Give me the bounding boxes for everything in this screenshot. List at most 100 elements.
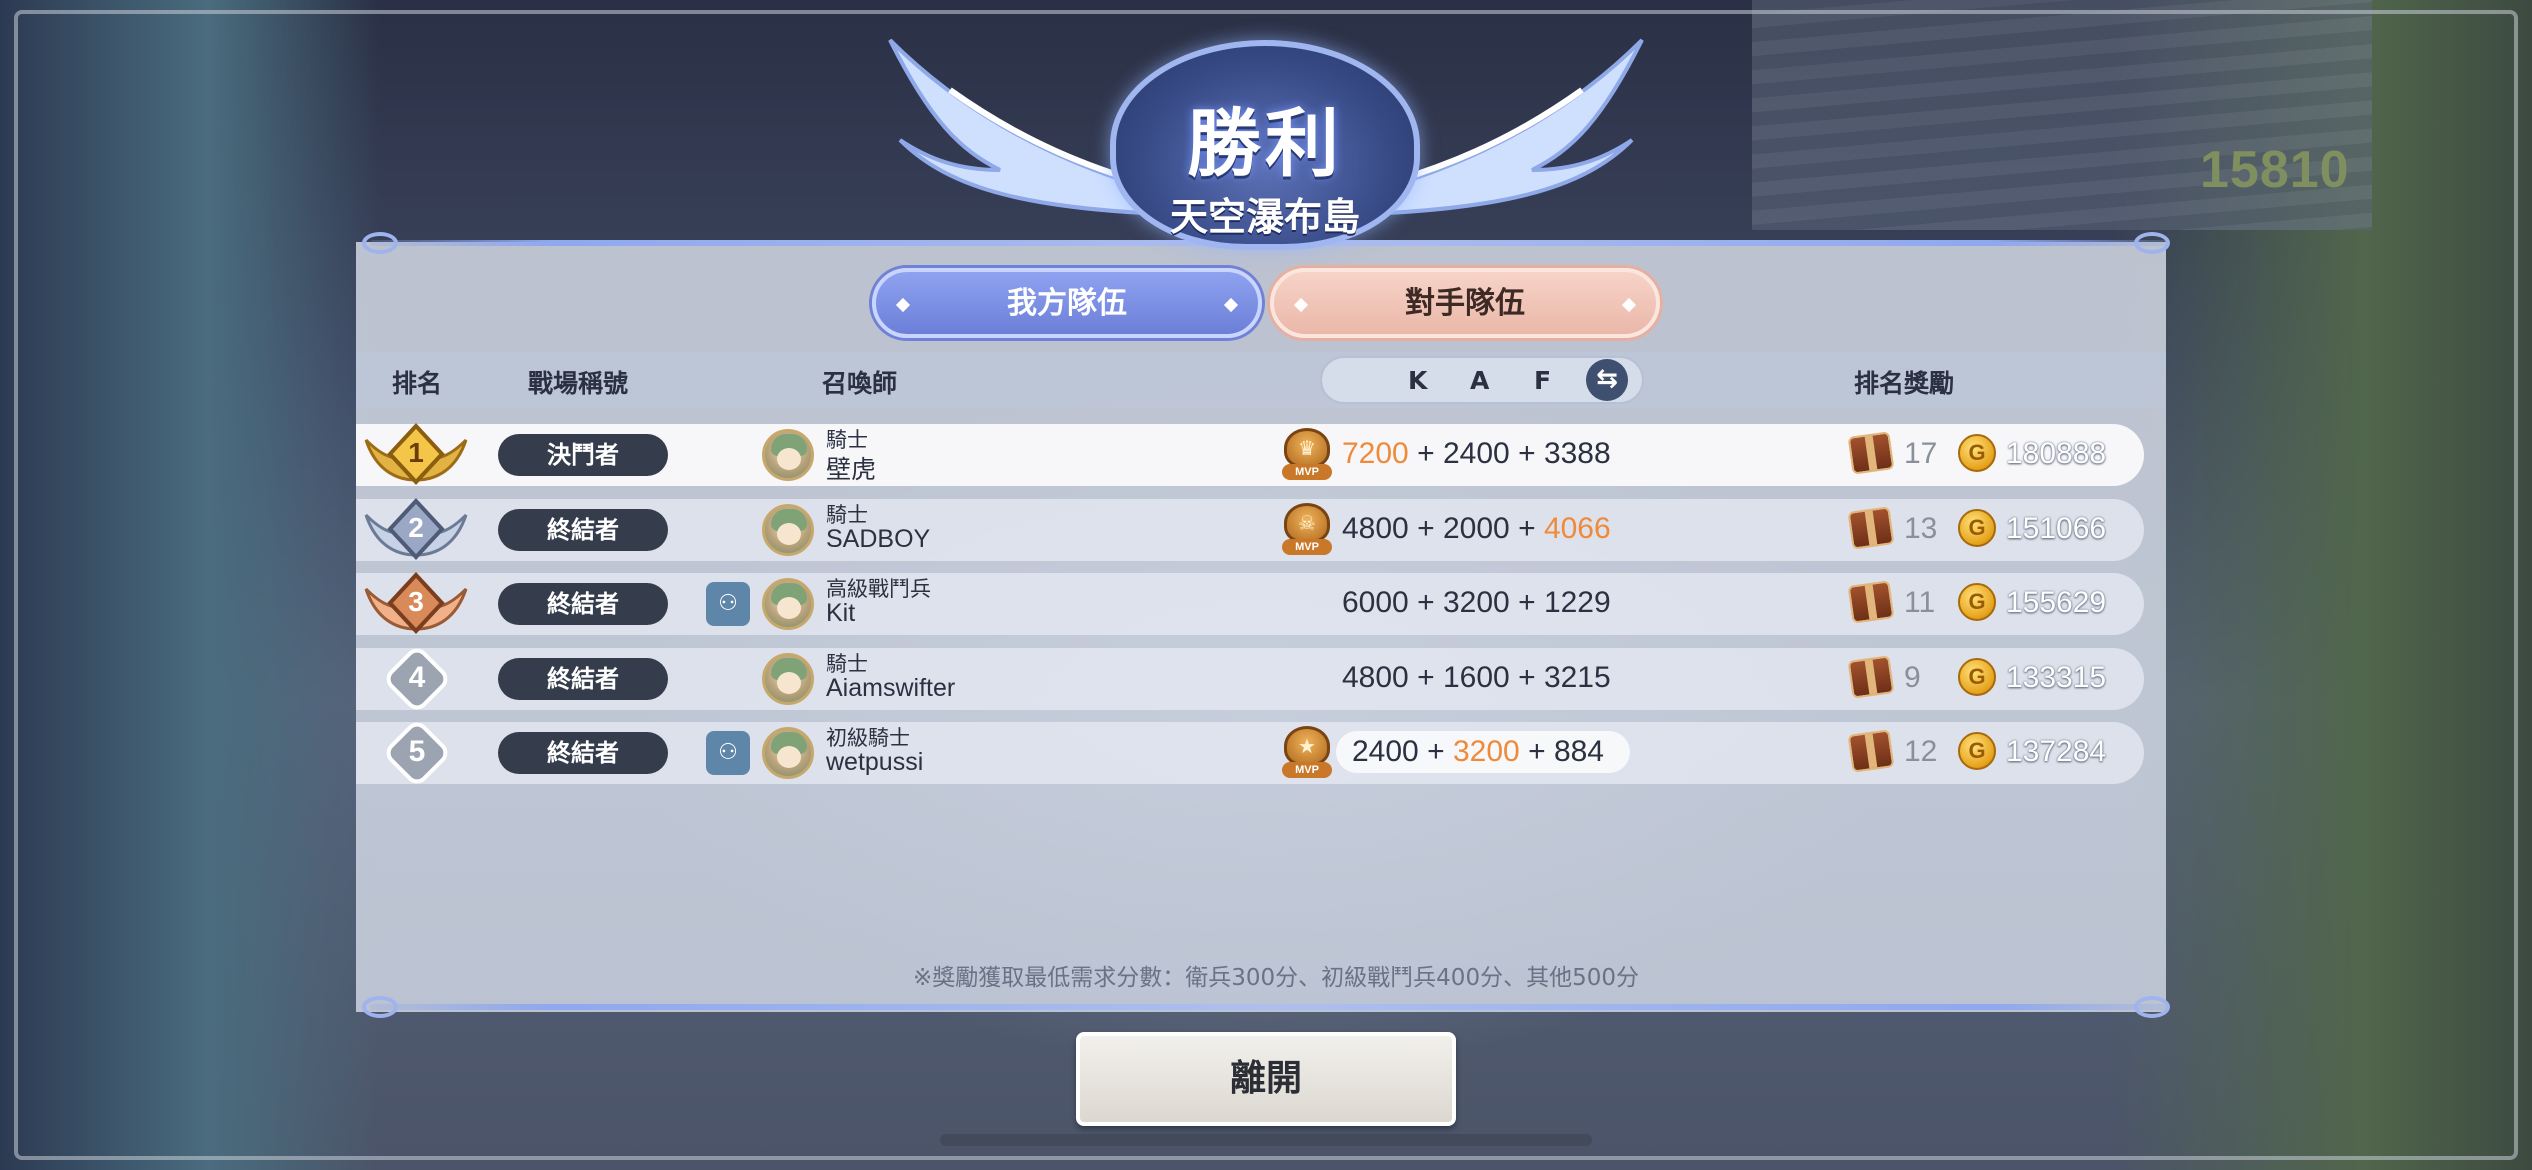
gold-coin-icon: G	[1958, 509, 1996, 547]
plus-sign: +	[1518, 586, 1536, 619]
kaf-stats: 2400 + 3200 + 884	[1352, 735, 1604, 769]
mvp-badge: ♛ MVP	[1280, 428, 1334, 484]
kaf-stats: 4800 + 2000 + 4066	[1342, 512, 1611, 546]
rank-number: 5	[408, 735, 426, 768]
summoner-avatar	[762, 429, 814, 481]
tab-enemy-team[interactable]: 對手隊伍	[1270, 268, 1660, 338]
gold-reward: 180888	[2006, 437, 2107, 470]
summoner-avatar	[762, 578, 814, 630]
header-a: A	[1470, 366, 1490, 395]
summoner-avatar	[762, 653, 814, 705]
summoner-name: 壁虎	[826, 456, 877, 484]
plus-sign: +	[1417, 437, 1435, 470]
gold-coin-icon: G	[1958, 434, 1996, 472]
tab-our-team[interactable]: 我方隊伍	[872, 268, 1262, 338]
leave-button[interactable]: 離開	[1076, 1032, 1456, 1126]
rank-number: 3	[408, 586, 424, 617]
gold-reward: 137284	[2006, 735, 2107, 768]
party-member-icon: ⚇	[706, 582, 750, 626]
assists-value: 3200	[1452, 735, 1520, 768]
header-rank: 排名	[392, 369, 443, 398]
header-f: F	[1534, 366, 1552, 395]
battle-title-pill: 終結者	[498, 732, 668, 774]
border-ornament-icon	[362, 232, 398, 254]
treasure-chest-icon	[1847, 655, 1895, 699]
summoner-avatar	[762, 727, 814, 779]
tab-diamond-icon	[895, 297, 911, 313]
header-summoner: 召喚師	[822, 369, 898, 398]
assists-value: 3200	[1442, 586, 1510, 619]
treasure-chest-icon	[1847, 580, 1895, 624]
swap-stats-button[interactable]: ⇆	[1586, 359, 1628, 401]
kills-value: 4800	[1342, 661, 1409, 694]
treasure-chest-icon	[1847, 729, 1895, 773]
plus-sign: +	[1518, 437, 1536, 470]
flags-value: 884	[1553, 735, 1604, 768]
tab-our-team-label: 我方隊伍	[1007, 286, 1127, 321]
treasure-chest-icon	[1847, 506, 1895, 550]
battle-title-pill: 決鬥者	[498, 434, 668, 476]
border-ornament-icon	[2134, 232, 2170, 254]
plus-sign: +	[1518, 661, 1536, 694]
kaf-stats: 4800 + 1600 + 3215	[1342, 661, 1611, 695]
kaf-stats: 6000 + 3200 + 1229	[1342, 586, 1611, 620]
chest-count: 9	[1904, 661, 1921, 694]
battle-title-pill: 終結者	[498, 583, 668, 625]
summoner-avatar	[762, 504, 814, 556]
mvp-label: MVP	[1282, 539, 1332, 555]
border-ornament-icon	[362, 996, 398, 1018]
battle-title-pill: 終結者	[498, 658, 668, 700]
summoner-name: Aiamswifter	[826, 674, 956, 702]
tab-diamond-icon	[1293, 297, 1309, 313]
mvp-star-icon: ★	[1284, 726, 1330, 766]
kills-value: 7200	[1342, 437, 1409, 470]
kills-value: 4800	[1342, 512, 1409, 545]
summoner-name: wetpussi	[826, 748, 924, 776]
gold-coin-icon: G	[1958, 583, 1996, 621]
mvp-label: MVP	[1282, 762, 1332, 778]
border-ornament-icon	[2134, 996, 2170, 1018]
treasure-chest-icon	[1847, 431, 1895, 475]
flags-value: 3388	[1543, 437, 1611, 470]
header-battle-title: 戰場稱號	[528, 369, 629, 398]
flags-value: 4066	[1543, 512, 1611, 545]
background-left-ruins	[0, 0, 380, 1170]
chest-count: 17	[1904, 437, 1938, 470]
flags-value: 3215	[1543, 661, 1611, 694]
mvp-badge: ☠ MVP	[1280, 503, 1334, 559]
gold-reward: 151066	[2006, 512, 2107, 545]
mvp-crown-icon: ♛	[1284, 428, 1330, 468]
tab-diamond-icon	[1223, 297, 1239, 313]
assists-value: 1600	[1442, 661, 1510, 694]
kills-value: 2400	[1352, 735, 1419, 768]
mvp-badge: ★ MVP	[1280, 726, 1334, 782]
battle-title-pill: 終結者	[498, 509, 668, 551]
background-score-text: 15810	[2200, 141, 2350, 199]
assists-value: 2400	[1442, 437, 1510, 470]
chest-count: 12	[1904, 735, 1938, 768]
gold-reward: 133315	[2006, 661, 2107, 694]
rank-number: 2	[408, 512, 424, 543]
plus-sign: +	[1417, 661, 1435, 694]
mvp-skull-icon: ☠	[1284, 503, 1330, 543]
tab-diamond-icon	[1621, 297, 1637, 313]
panel-bottom-border	[370, 1004, 2170, 1010]
map-name: 天空瀑布島	[1169, 195, 1360, 239]
mvp-label: MVP	[1282, 464, 1332, 480]
gold-coin-icon: G	[1958, 732, 1996, 770]
reward-requirement-note: ※獎勵獲取最低需求分數：衛兵300分、初級戰鬥兵400分、其他500分	[913, 965, 1639, 991]
summoner-name: SADBOY	[826, 525, 931, 553]
header-rank-reward: 排名獎勵	[1854, 369, 1955, 398]
header-k: K	[1408, 366, 1428, 395]
rank-number: 4	[408, 661, 426, 694]
home-indicator[interactable]	[940, 1134, 1592, 1146]
gold-coin-icon: G	[1958, 658, 1996, 696]
chest-count: 13	[1904, 512, 1938, 545]
plus-sign: +	[1417, 512, 1435, 545]
tab-enemy-team-label: 對手隊伍	[1405, 286, 1525, 321]
party-member-icon: ⚇	[706, 731, 750, 775]
summoner-name: Kit	[826, 599, 856, 627]
chest-count: 11	[1904, 586, 1936, 619]
flags-value: 1229	[1543, 586, 1611, 619]
plus-sign: +	[1427, 735, 1445, 768]
